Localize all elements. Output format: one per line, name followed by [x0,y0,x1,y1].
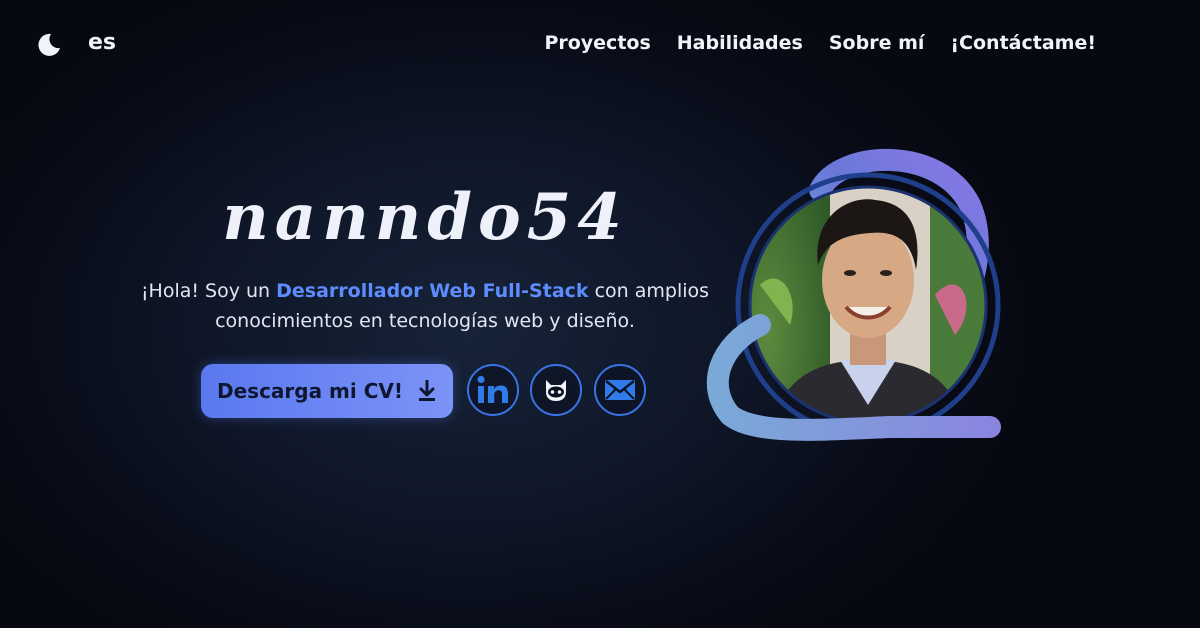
download-icon [419,380,435,401]
nav-proyectos[interactable]: Proyectos [544,32,650,54]
moon-icon[interactable] [36,32,62,58]
linkedin-button[interactable] [467,364,519,416]
email-button[interactable] [594,364,646,416]
main-nav: Proyectos Habilidades Sobre mí ¡Contácta… [544,32,1096,54]
top-bar: es Proyectos Habilidades Sobre mí ¡Contá… [0,0,1200,90]
nav-contactame[interactable]: ¡Contáctame! [950,32,1096,54]
linkedin-icon [477,375,508,403]
github-icon [546,380,566,401]
language-toggle[interactable]: es [88,30,116,55]
hero-title: nanndo54 [222,180,628,255]
nav-sobre-mi[interactable]: Sobre mí [829,32,925,54]
portrait-art [706,148,1001,441]
intro-text: ¡Hola! Soy un Desarrollador Web Full-Sta… [140,276,710,336]
github-button[interactable] [530,364,582,416]
download-cv-label: Descarga mi CV! [217,379,403,403]
download-cv-button[interactable]: Descarga mi CV! [201,364,453,418]
intro-highlight: Desarrollador Web Full-Stack [276,280,589,302]
intro-before: ¡Hola! Soy un [140,280,277,302]
email-icon [605,380,635,400]
nav-habilidades[interactable]: Habilidades [677,32,803,54]
profile-portrait [700,145,1020,455]
